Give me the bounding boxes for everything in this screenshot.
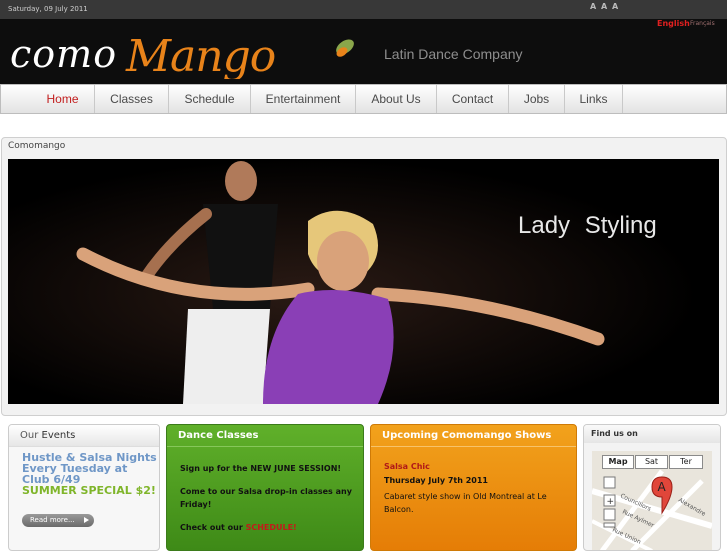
main-nav: Home Classes Schedule Entertainment Abou… [0,84,727,114]
nav-item-home[interactable]: Home [31,85,95,113]
comomango-logo[interactable]: como Mango [8,27,358,79]
svg-text:+: + [607,497,615,507]
classes-text-1: Sign up for the NEW JUNE SESSION! [180,464,342,473]
schedule-link[interactable]: SCHEDULE! [246,523,297,532]
zoom-out-icon[interactable] [603,508,616,521]
upcoming-shows-box: Upcoming Comomango Shows Salsa Chic Thur… [370,424,577,551]
nav-item-contact[interactable]: Contact [437,85,509,113]
nav-item-jobs[interactable]: Jobs [509,85,565,113]
our-events-box: Our Events Hustle & Salsa Nights Every T… [8,424,160,551]
nav-item-entertainment[interactable]: Entertainment [251,85,356,113]
current-date: Saturday, 09 July 2011 [8,5,88,13]
classes-text-2: Come to our Salsa drop-in classes any Fr… [180,487,352,509]
top-bar: Saturday, 09 July 2011 A A A [0,0,727,19]
featured-title: Comomango [8,141,66,151]
map-tab-satellite[interactable]: Sat [635,455,668,469]
find-us-box: Find us on Councillors Rue Aylmer Rue Un… [583,424,721,551]
hero-caption: Lady Styling [518,212,657,239]
find-us-title: Find us on [584,425,720,443]
our-events-header: Our Events [9,425,159,447]
classes-text-3: Check out our SCHEDULE! [180,521,356,534]
nav-item-about-us[interactable]: About Us [356,85,437,113]
nav-item-schedule[interactable]: Schedule [169,85,251,113]
arrow-right-icon [84,517,89,523]
event-special: SUMMER SPECIAL $2! [22,484,156,497]
nav-item-classes[interactable]: Classes [95,85,169,113]
our-events-title-our: Our [20,430,39,441]
classes-text-3-prefix: Check out our [180,523,246,532]
upcoming-shows-title: Upcoming Comomango Shows [371,425,576,447]
show-date: Thursday July 7th 2011 [384,476,488,485]
site-header: English Français como Mango Latin Dance … [0,19,727,84]
font-size-large-button[interactable]: A [612,2,618,11]
map-marker-label: A [658,480,667,494]
font-size-small-button[interactable]: A [590,2,596,11]
nav-item-links[interactable]: Links [565,85,623,113]
read-more-button[interactable]: Read more... [22,514,94,527]
show-name-link[interactable]: Salsa Chic [384,462,430,471]
hero-dancers-image [8,159,719,404]
event-description[interactable]: Hustle & Salsa Nights Every Tuesday at C… [22,452,157,496]
hero-banner[interactable]: Lady Styling [8,159,719,404]
google-map[interactable]: Councillors Rue Aylmer Rue Union Alexand… [592,451,712,550]
font-size-medium-button[interactable]: A [601,2,607,11]
tagline: Latin Dance Company [384,46,523,62]
read-more-label: Read more... [30,516,75,524]
svg-text:como: como [10,32,117,76]
map-tab-terrain[interactable]: Ter [669,455,703,469]
our-events-title-events: Events [41,430,76,441]
map-tab-map[interactable]: Map [602,455,634,469]
svg-text:Mango: Mango [125,31,275,79]
dance-classes-title: Dance Classes [167,425,363,447]
show-description: Cabaret style show in Old Montreal at Le… [384,492,547,514]
dance-classes-box: Dance Classes Sign up for the NEW JUNE S… [166,424,364,551]
pan-up-icon[interactable] [603,476,616,489]
language-french-link[interactable]: Français [690,20,715,27]
language-english-link[interactable]: English [657,19,690,28]
